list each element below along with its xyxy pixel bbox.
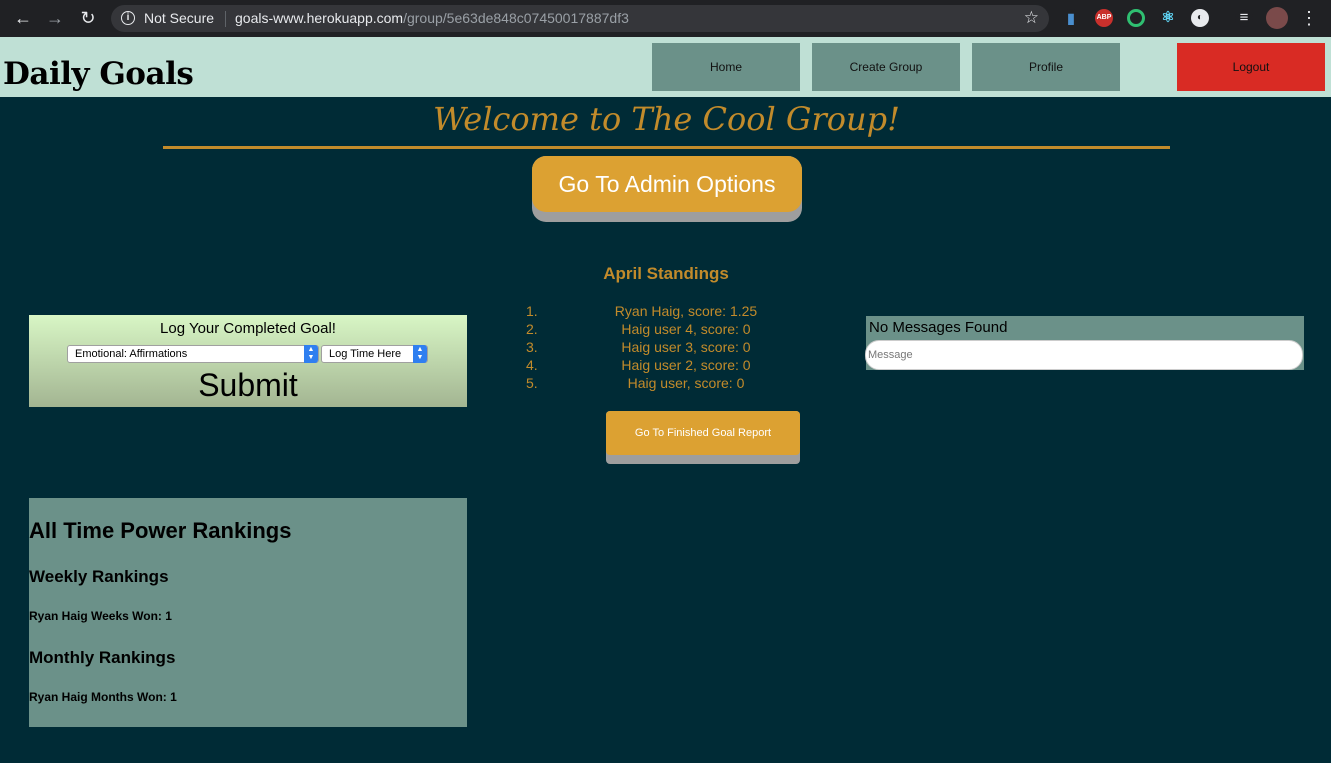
- react-devtools-icon[interactable]: ⚛: [1159, 9, 1177, 27]
- standings-item: 2. Haig user 4, score: 0: [520, 321, 820, 339]
- nav-create-group[interactable]: Create Group: [812, 43, 960, 91]
- admin-options-label: Go To Admin Options: [532, 156, 802, 212]
- site-header: Daily Goals Home Create Group Profile Lo…: [0, 37, 1331, 97]
- url-host: goals-www.herokuapp.com: [235, 10, 404, 26]
- finished-goal-report-button[interactable]: Go To Finished Goal Report: [606, 411, 800, 464]
- reading-list-icon[interactable]: ≡: [1235, 9, 1253, 27]
- standings-entry: Haig user, score: 0: [627, 375, 745, 391]
- profile-avatar-icon[interactable]: [1266, 7, 1288, 29]
- submit-button[interactable]: Submit: [29, 367, 467, 404]
- welcome-heading: Welcome to The Cool Group!: [433, 100, 900, 138]
- log-goal-title: Log Your Completed Goal!: [160, 320, 336, 337]
- menu-kebab-icon[interactable]: ⋮: [1298, 7, 1320, 29]
- standings-item: 1. Ryan Haig, score: 1.25: [520, 303, 820, 321]
- time-select-value: Log Time Here: [329, 348, 402, 360]
- time-select[interactable]: Log Time Here ▲ ▼: [321, 345, 428, 363]
- monthly-rankings-entry: Ryan Haig Months Won: 1: [29, 690, 177, 704]
- adblock-icon[interactable]: ABP: [1095, 9, 1113, 27]
- standings-entry: Haig user 2, score: 0: [621, 357, 751, 373]
- info-icon[interactable]: i: [121, 11, 135, 25]
- reload-icon[interactable]: ↻: [77, 7, 99, 29]
- standings-item: 4. Haig user 2, score: 0: [520, 357, 820, 375]
- extension-ring-icon[interactable]: [1127, 9, 1145, 27]
- nav-profile[interactable]: Profile: [972, 43, 1120, 91]
- goal-select[interactable]: Emotional: Affirmations ▲ ▼: [67, 345, 319, 363]
- site-title: Daily Goals: [3, 56, 194, 92]
- not-secure-label: Not Secure: [144, 10, 215, 26]
- log-goal-panel: Log Your Completed Goal! Emotional: Affi…: [29, 315, 467, 407]
- admin-options-button[interactable]: Go To Admin Options: [532, 156, 802, 222]
- chevron-updown-icon: ▲ ▼: [413, 345, 427, 363]
- standings-item: 5. Haig user, score: 0: [520, 375, 820, 393]
- monthly-rankings-title: Monthly Rankings: [29, 648, 176, 667]
- standings-rank: 4.: [526, 357, 538, 373]
- finished-goal-report-label: Go To Finished Goal Report: [606, 411, 800, 455]
- standings-entry: Haig user 4, score: 0: [621, 321, 751, 337]
- message-input[interactable]: [865, 340, 1303, 370]
- standings-rank: 3.: [526, 339, 538, 355]
- nav-home[interactable]: Home: [652, 43, 800, 91]
- standings-rank: 1.: [526, 303, 538, 319]
- standings-entry: Haig user 3, score: 0: [621, 339, 751, 355]
- url-text[interactable]: goals-www.herokuapp.com/group/5e63de848c…: [235, 10, 629, 26]
- browser-toolbar: ← → ↻ i Not Secure goals-www.herokuapp.c…: [0, 0, 1331, 37]
- goal-select-value: Emotional: Affirmations: [75, 348, 188, 360]
- standings-list: 1. Ryan Haig, score: 1.25 2. Haig user 4, …: [520, 303, 820, 393]
- address-bar[interactable]: i Not Secure goals-www.herokuapp.com/gro…: [111, 5, 1049, 32]
- messages-panel: No Messages Found: [865, 316, 1304, 370]
- standings-item: 3. Haig user 3, score: 0: [520, 339, 820, 357]
- extension-bars-icon[interactable]: ▮: [1062, 9, 1080, 27]
- messages-status: No Messages Found: [869, 319, 1008, 336]
- standings-rank: 5.: [526, 375, 538, 391]
- bookmark-star-icon[interactable]: ☆: [1024, 8, 1039, 28]
- url-path: /group/5e63de848c07450017887df3: [403, 10, 629, 26]
- extension-circle-icon[interactable]: ◐: [1191, 9, 1209, 27]
- standings-rank: 2.: [526, 321, 538, 337]
- chevron-updown-icon: ▲ ▼: [304, 345, 318, 363]
- weekly-rankings-title: Weekly Rankings: [29, 567, 169, 586]
- url-divider: [225, 11, 226, 27]
- weekly-rankings-entry: Ryan Haig Weeks Won: 1: [29, 609, 172, 623]
- standings-title: April Standings: [603, 264, 729, 283]
- welcome-divider: [163, 146, 1170, 149]
- forward-icon[interactable]: →: [44, 7, 66, 29]
- back-icon[interactable]: ←: [12, 7, 34, 29]
- standings-entry: Ryan Haig, score: 1.25: [614, 303, 758, 319]
- logout-button[interactable]: Logout: [1177, 43, 1325, 91]
- power-rankings-panel: All Time Power Rankings Weekly Rankings …: [29, 498, 467, 727]
- power-rankings-title: All Time Power Rankings: [29, 518, 292, 543]
